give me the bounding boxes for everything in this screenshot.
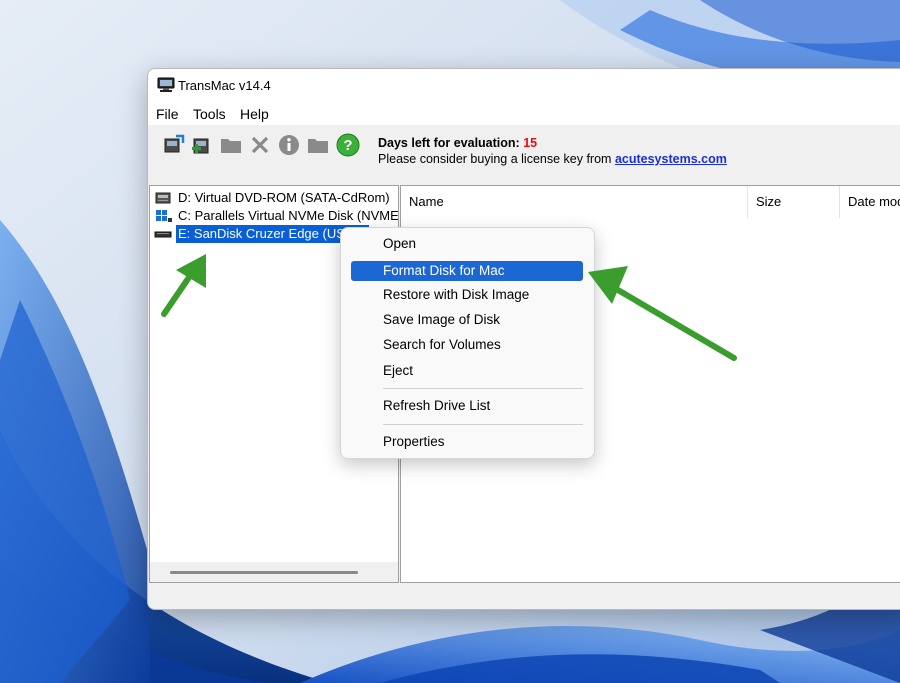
menu-item-save-image-of-disk[interactable]: Save Image of Disk [351,310,583,330]
dvd-drive-icon [155,192,171,204]
menu-separator [383,388,583,389]
menu-item-properties[interactable]: Properties [351,432,583,452]
license-prompt: Please consider buying a license key fro… [378,152,612,166]
help-icon[interactable]: ? [336,133,360,157]
evaluation-notice: Days left for evaluation: 15 [378,136,537,150]
column-header-name[interactable]: Name [401,186,747,218]
drive-label: C: Parallels Virtual NVMe Disk (NVME-D [178,208,398,223]
add-drive-icon[interactable] [190,133,214,157]
menu-item-restore-with-disk-image[interactable]: Restore with Disk Image [351,285,583,305]
column-header-date-modified[interactable]: Date mod [840,186,900,218]
transmac-app-icon [157,77,175,92]
menu-item-label: Search for Volumes [383,337,501,352]
column-header-size[interactable]: Size [748,186,839,218]
svg-text:?: ? [343,137,352,154]
info-icon[interactable] [277,133,301,157]
menu-item-open[interactable]: Open [351,234,583,254]
title-bar[interactable]: TransMac v14.4 [148,69,900,101]
menu-item-refresh-drive-list[interactable]: Refresh Drive List [351,396,583,416]
status-bar [148,583,900,609]
menu-bar: File Tools Help [148,101,900,125]
menu-item-label: Refresh Drive List [383,398,491,413]
scrollbar-thumb[interactable] [170,571,358,574]
refresh-drives-icon[interactable] [162,133,186,157]
evaluation-label: Days left for evaluation: [378,136,520,150]
annotation-arrow-drive [161,254,206,317]
menu-item-label: Eject [383,363,414,378]
menu-item-label: Open [383,236,417,251]
menu-item-label: Save Image of Disk [383,312,501,327]
license-notice: Please consider buying a license key fro… [378,152,727,166]
menu-file[interactable]: File [156,106,179,122]
menu-item-eject[interactable]: Eject [351,361,583,381]
drive-label: D: Virtual DVD-ROM (SATA-CdRom) [178,190,390,205]
menu-separator [383,424,583,425]
annotation-arrow-menu [588,266,737,361]
usb-drive-icon [154,231,172,238]
menu-item-label: Format Disk for Mac [383,263,505,278]
hard-disk-icon [156,210,172,222]
drive-item-d[interactable]: D: Virtual DVD-ROM (SATA-CdRom) [154,189,398,207]
folder-icon[interactable] [219,133,243,157]
drive-item-c[interactable]: C: Parallels Virtual NVMe Disk (NVME-D [154,207,398,225]
new-folder-icon[interactable] [306,133,330,157]
drive-context-menu: Open Format Disk for Mac Restore with Di… [340,227,595,459]
license-link[interactable]: acutesystems.com [615,152,727,166]
window-title: TransMac v14.4 [178,78,271,93]
evaluation-days: 15 [523,136,538,150]
menu-help[interactable]: Help [240,106,269,122]
menu-item-format-disk-for-mac[interactable]: Format Disk for Mac [351,261,583,281]
menu-item-search-for-volumes[interactable]: Search for Volumes [351,335,583,355]
delete-icon[interactable] [248,133,272,157]
menu-tools[interactable]: Tools [193,106,226,122]
menu-item-label: Properties [383,434,445,449]
horizontal-scrollbar[interactable] [150,562,398,582]
toolbar: ? Days left for evaluation: 15 Please co… [148,125,900,173]
menu-item-label: Restore with Disk Image [383,287,530,302]
